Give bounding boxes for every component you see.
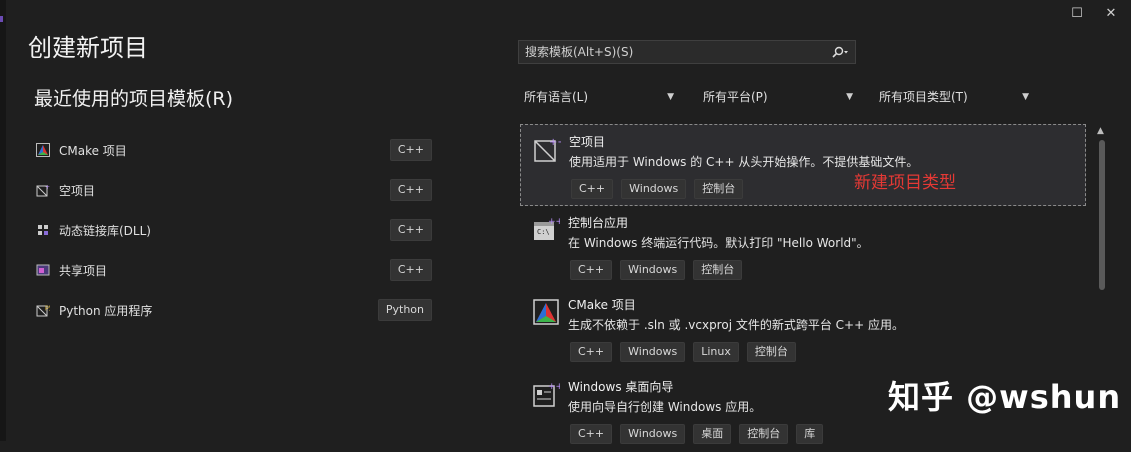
tag: C++ (571, 179, 614, 199)
scrollbar-thumb[interactable] (1099, 140, 1105, 290)
template-name: CMake 项目 (568, 298, 636, 312)
project-type-filter-dropdown[interactable]: 所有项目类型(T) ▼ (879, 86, 1029, 108)
language-filter-dropdown[interactable]: 所有语言(L) ▼ (524, 86, 674, 108)
dialog-title: 创建新项目 (28, 34, 148, 62)
search-placeholder: 搜索模板(Alt+S)(S) (525, 45, 634, 59)
close-button[interactable]: ✕ (1103, 6, 1119, 21)
tag: 控制台 (739, 424, 789, 444)
language-tag: C++ (389, 219, 432, 241)
empty-project-icon: ++ (533, 135, 566, 163)
tag: C++ (570, 342, 613, 362)
language-tag: C++ (389, 179, 432, 201)
tag: Windows (620, 342, 686, 362)
dropdown-value: 所有语言(L) (524, 90, 589, 104)
recent-item-shared-project[interactable]: 共享项目 C++ (36, 250, 432, 290)
template-name: 控制台应用 (568, 216, 629, 230)
svg-text:py: py (45, 304, 50, 311)
template-item-empty-project[interactable]: ++ 空项目 使用适用于 Windows 的 C++ 从头开始操作。不提供基础文… (520, 124, 1086, 206)
recent-item-label: 共享项目 (59, 263, 108, 278)
language-tag: Python (377, 299, 432, 321)
svg-text:++: ++ (549, 137, 561, 148)
svg-text:C:\: C:\ (537, 228, 550, 236)
svg-text:++: ++ (548, 382, 560, 392)
platform-filter-dropdown[interactable]: 所有平台(P) ▼ (703, 86, 853, 108)
watermark: 知乎 @wshun (888, 378, 1122, 416)
template-tags: C++ Windows 控制台 (570, 260, 743, 280)
language-tag: C++ (389, 259, 432, 281)
tag: Windows (620, 260, 686, 280)
tag: 桌面 (693, 424, 732, 444)
recent-item-dll[interactable]: 动态链接库(DLL) C++ (36, 210, 432, 250)
dll-icon (36, 223, 50, 237)
python-app-icon: py (36, 303, 50, 317)
chevron-down-icon: ▼ (667, 92, 674, 102)
svg-text:++: ++ (548, 217, 560, 227)
recent-item-python-app[interactable]: py Python 应用程序 Python (36, 290, 432, 330)
scroll-up-arrow-icon[interactable]: ▲ (1097, 126, 1104, 136)
recent-item-cmake[interactable]: CMake 项目 C++ (36, 130, 432, 170)
annotation-text: 新建项目类型 (854, 173, 956, 193)
recent-item-label: CMake 项目 (59, 143, 127, 158)
window-controls: ☐ ✕ (1069, 6, 1119, 21)
console-app-icon: C:\ ++ (532, 216, 563, 244)
search-icon[interactable] (831, 45, 849, 59)
recent-item-label: 空项目 (59, 183, 96, 198)
chevron-down-icon: ▼ (846, 92, 853, 102)
tag: 控制台 (694, 179, 744, 199)
maximize-button[interactable]: ☐ (1069, 6, 1085, 21)
svg-text:++: ++ (45, 184, 50, 191)
shared-project-icon (36, 263, 50, 277)
desktop-wizard-icon: ++ (532, 380, 563, 408)
template-tags: C++ Windows 桌面 控制台 库 (570, 424, 824, 444)
cmake-icon (532, 298, 560, 326)
recent-item-empty-project[interactable]: ++ 空项目 C++ (36, 170, 432, 210)
tag: 控制台 (746, 342, 796, 362)
template-tags: C++ Windows Linux 控制台 (570, 342, 796, 362)
recent-item-label: 动态链接库(DLL) (59, 223, 151, 238)
recent-item-label: Python 应用程序 (59, 303, 153, 318)
template-tags: C++ Windows 控制台 (571, 179, 744, 199)
tag: Windows (621, 179, 687, 199)
tag: Linux (693, 342, 739, 362)
recent-templates-heading: 最近使用的项目模板(R) (34, 88, 234, 110)
tag: Windows (620, 424, 686, 444)
tag: C++ (570, 260, 613, 280)
empty-project-icon: ++ (36, 183, 50, 197)
template-name: 空项目 (569, 135, 606, 149)
template-item-cmake-project[interactable]: CMake 项目 生成不依赖于 .sln 或 .vcxproj 文件的新式跨平台… (520, 288, 1086, 370)
template-description: 生成不依赖于 .sln 或 .vcxproj 文件的新式跨平台 C++ 应用。 (568, 318, 904, 332)
template-description: 使用向导自行创建 Windows 应用。 (568, 400, 762, 414)
chevron-down-icon: ▼ (1022, 92, 1029, 102)
tag: 库 (796, 424, 824, 444)
dropdown-value: 所有平台(P) (703, 90, 768, 104)
language-tag: C++ (389, 139, 432, 161)
editor-tab-marker (0, 16, 3, 22)
cmake-icon (36, 143, 50, 157)
template-name: Windows 桌面向导 (568, 380, 674, 394)
dropdown-value: 所有项目类型(T) (879, 90, 968, 104)
template-item-console-app[interactable]: C:\ ++ 控制台应用 在 Windows 终端运行代码。默认打印 "Hello… (520, 206, 1086, 288)
background-editor-edge (0, 0, 6, 441)
template-description: 在 Windows 终端运行代码。默认打印 "Hello World"。 (568, 236, 869, 250)
template-search-input[interactable]: 搜索模板(Alt+S)(S) (518, 40, 856, 64)
recent-templates-list: CMake 项目 C++ ++ 空项目 C++ 动态链接库(DLL) C++ 共… (36, 130, 432, 330)
tag: 控制台 (693, 260, 743, 280)
tag: C++ (570, 424, 613, 444)
